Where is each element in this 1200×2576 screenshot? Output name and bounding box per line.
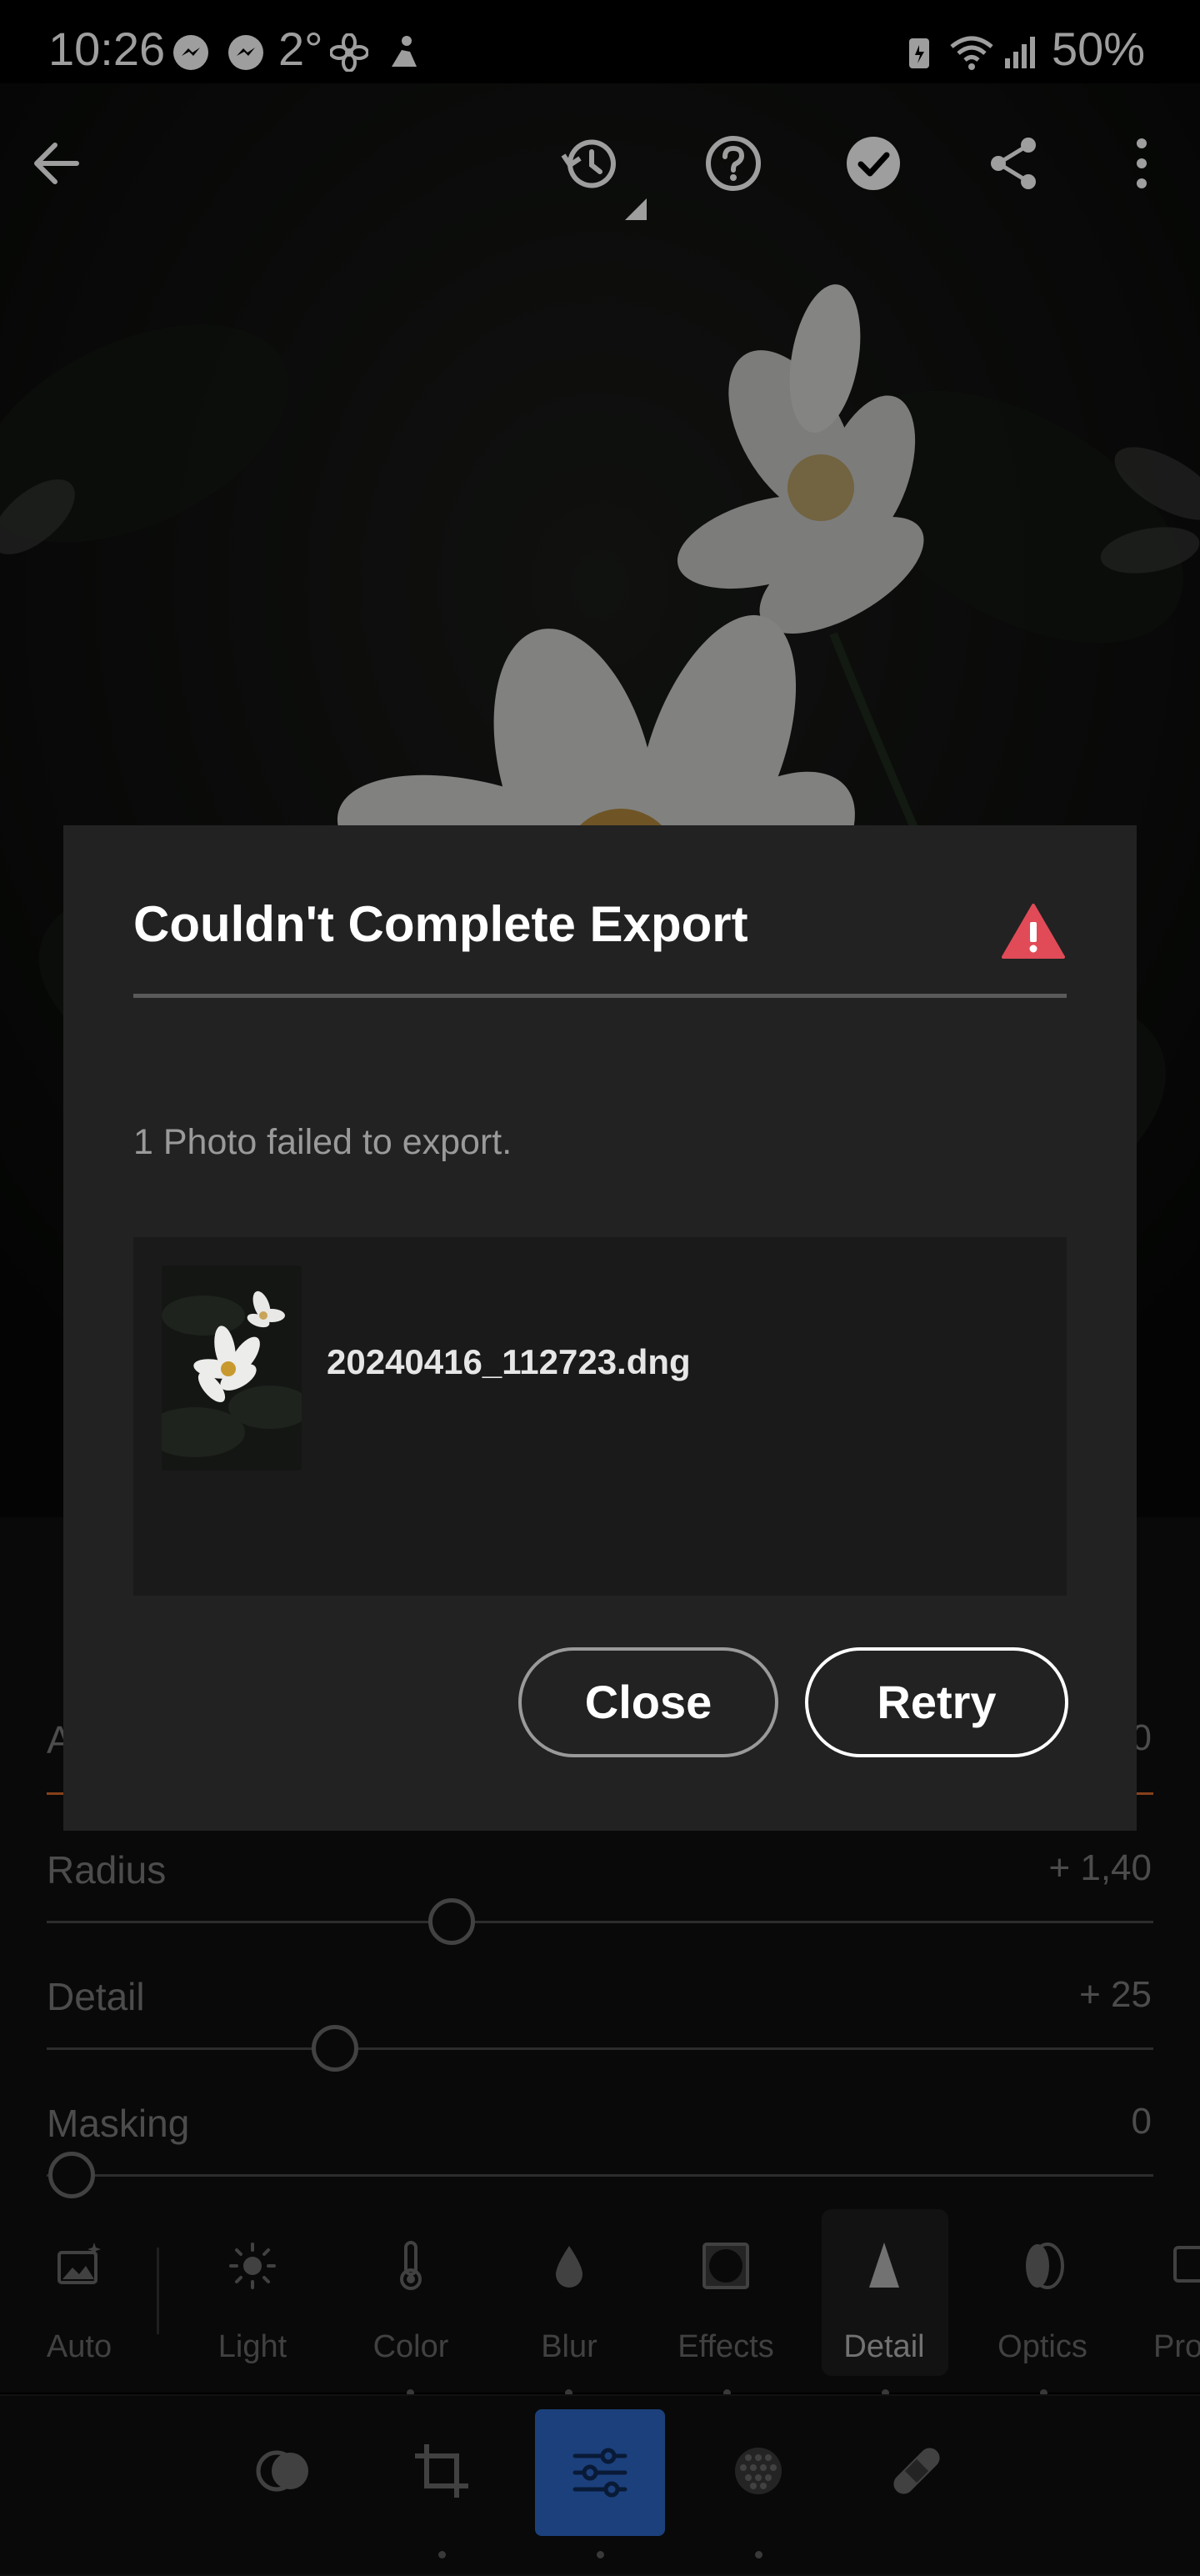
dialog-title: Couldn't Complete Export — [133, 896, 748, 952]
retry-button[interactable]: Retry — [805, 1647, 1068, 1757]
file-thumbnail — [162, 1265, 302, 1471]
export-error-dialog: Couldn't Complete Export 1 Photo failed … — [63, 825, 1137, 1831]
dialog-message: 1 Photo failed to export. — [133, 1122, 512, 1162]
failed-file-list: 20240416_112723.dng — [133, 1237, 1067, 1596]
title-divider — [133, 994, 1067, 998]
warning-icon — [1000, 902, 1067, 960]
close-button[interactable]: Close — [518, 1647, 778, 1757]
failed-file-name: 20240416_112723.dng — [327, 1342, 691, 1381]
